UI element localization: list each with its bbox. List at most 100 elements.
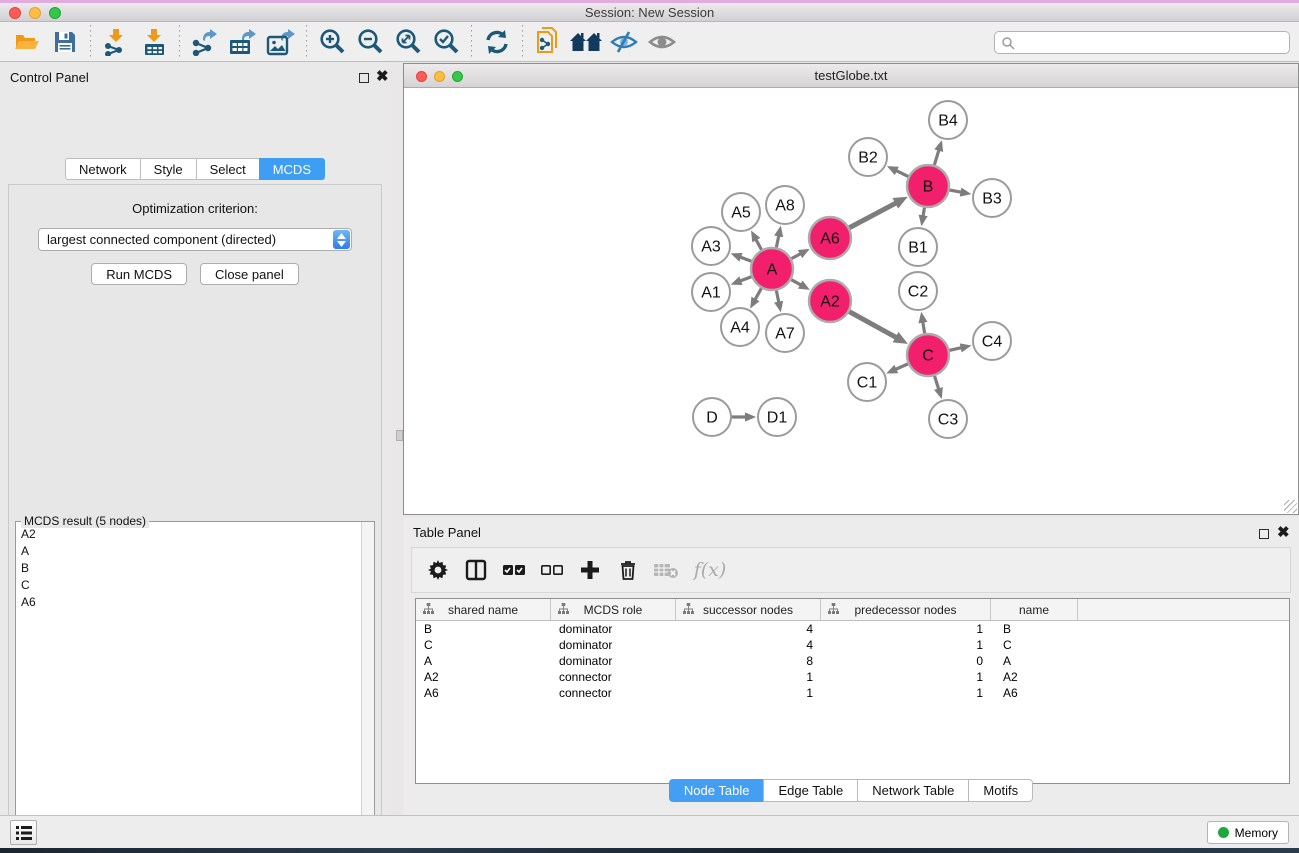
tab-network[interactable]: Network <box>65 158 140 180</box>
result-item[interactable]: C <box>17 577 360 594</box>
delete-column-button[interactable] <box>612 554 644 586</box>
import-table-button[interactable] <box>135 26 173 58</box>
table-row[interactable]: A2connector11A2 <box>416 669 1289 685</box>
zoom-out-button[interactable] <box>351 26 389 58</box>
export-image-button[interactable] <box>262 26 300 58</box>
table-cell: A6 <box>416 685 551 701</box>
table-settings-button[interactable] <box>422 554 454 586</box>
edge-arrowhead <box>774 226 783 238</box>
list-icon <box>16 826 32 840</box>
graph-node-C1[interactable]: C1 <box>848 363 886 401</box>
criterion-select[interactable]: largest connected component (directed) <box>38 228 352 251</box>
graph-node-D1[interactable]: D1 <box>758 398 796 436</box>
column-header[interactable]: predecessor nodes <box>821 599 991 620</box>
window-resize-grip[interactable] <box>1284 500 1297 513</box>
graph-node-A8[interactable]: A8 <box>766 186 804 224</box>
graph-node-B4[interactable]: B4 <box>929 101 967 139</box>
zoom-in-button[interactable] <box>313 26 351 58</box>
graph-node-A6[interactable]: A6 <box>809 217 851 259</box>
tab-edge-table[interactable]: Edge Table <box>763 779 857 802</box>
result-item[interactable]: A2 <box>17 526 360 543</box>
tab-node-table[interactable]: Node Table <box>669 779 764 802</box>
table-cell: A6 <box>991 685 1078 701</box>
add-column-button[interactable] <box>574 554 606 586</box>
edge-arrowhead <box>934 140 943 152</box>
zoom-selected-button[interactable] <box>427 26 465 58</box>
table-cell: B <box>416 621 551 637</box>
refresh-layout-button[interactable] <box>478 26 516 58</box>
search-input[interactable] <box>1015 34 1289 52</box>
node-label: B3 <box>982 191 1002 208</box>
search-field[interactable] <box>994 31 1290 54</box>
mcds-result-list[interactable]: A2ABCA6 <box>17 526 360 853</box>
result-item[interactable]: A <box>17 543 360 560</box>
open-file-button[interactable] <box>8 26 46 58</box>
graph-node-A7[interactable]: A7 <box>766 314 804 352</box>
graph-node-A5[interactable]: A5 <box>722 193 760 231</box>
table-row[interactable]: A6connector11A6 <box>416 685 1289 701</box>
graph-node-B[interactable]: B <box>907 165 949 207</box>
network-canvas[interactable]: B4 B2 B B3 A8A5 A6 B1 A3 A A1 C2 A2 A4A7 C4 C C1 C3 D D1 <box>404 88 1298 514</box>
graph-node-A3[interactable]: A3 <box>692 227 730 265</box>
close-panel-icon[interactable]: ✖ <box>376 67 389 85</box>
deselect-all-button[interactable] <box>536 554 568 586</box>
graph-node-C2[interactable]: C2 <box>899 272 937 310</box>
refresh-icon <box>484 29 510 55</box>
column-header[interactable]: successor nodes <box>676 599 821 620</box>
import-network-button[interactable] <box>97 26 135 58</box>
graph-node-A1[interactable]: A1 <box>692 273 730 311</box>
tab-motifs[interactable]: Motifs <box>968 779 1033 802</box>
graph-node-A[interactable]: A <box>751 248 793 290</box>
graph-node-D[interactable]: D <box>693 398 731 436</box>
delete-table-button[interactable] <box>650 554 682 586</box>
run-mcds-button[interactable]: Run MCDS <box>91 263 187 285</box>
edge-arrowhead <box>731 276 743 285</box>
graph-node-B1[interactable]: B1 <box>899 228 937 266</box>
column-header[interactable]: MCDS role <box>551 599 676 620</box>
plus-icon <box>580 560 600 580</box>
export-network-button[interactable] <box>186 26 224 58</box>
float-panel-icon[interactable] <box>359 73 369 83</box>
first-neighbors-button[interactable] <box>567 26 605 58</box>
node-table: shared nameMCDS rolesuccessor nodesprede… <box>415 598 1290 784</box>
table-cell: C <box>416 637 551 653</box>
table-row[interactable]: Adominator80A <box>416 653 1289 669</box>
export-table-icon <box>228 28 258 56</box>
function-builder-button[interactable]: f(x) <box>688 554 732 586</box>
result-item[interactable]: A6 <box>17 594 360 611</box>
network-from-selection-button[interactable] <box>529 26 567 58</box>
graph-node-B2[interactable]: B2 <box>849 138 887 176</box>
tab-mcds[interactable]: MCDS <box>259 158 325 180</box>
zoom-fit-button[interactable] <box>389 26 427 58</box>
table-cell: C <box>991 637 1078 653</box>
table-row[interactable]: Cdominator41C <box>416 637 1289 653</box>
hide-selected-button[interactable] <box>605 26 643 58</box>
select-all-button[interactable] <box>498 554 530 586</box>
column-header[interactable]: shared name <box>416 599 551 620</box>
graph-node-C[interactable]: C <box>907 334 949 376</box>
save-session-button[interactable] <box>46 26 84 58</box>
memory-button[interactable]: Memory <box>1207 821 1289 844</box>
graph-node-C4[interactable]: C4 <box>973 322 1011 360</box>
network-window-titlebar[interactable]: testGlobe.txt <box>404 64 1298 88</box>
show-all-button[interactable] <box>643 26 681 58</box>
show-columns-button[interactable] <box>460 554 492 586</box>
table-row[interactable]: Bdominator41B <box>416 621 1289 637</box>
result-scrollbar[interactable] <box>361 522 374 853</box>
close-table-panel-icon[interactable]: ✖ <box>1277 523 1290 541</box>
export-table-button[interactable] <box>224 26 262 58</box>
close-panel-button[interactable]: Close panel <box>200 263 299 285</box>
graph-node-B3[interactable]: B3 <box>973 179 1011 217</box>
tab-select[interactable]: Select <box>196 158 259 180</box>
result-item[interactable]: B <box>17 560 360 577</box>
graph-node-A2[interactable]: A2 <box>809 280 851 322</box>
graph-node-C3[interactable]: C3 <box>929 400 967 438</box>
graph-node-A4[interactable]: A4 <box>721 308 759 346</box>
float-table-panel-icon[interactable] <box>1259 529 1269 539</box>
task-history-button[interactable] <box>10 820 37 845</box>
table-cell: 1 <box>821 621 991 637</box>
split-divider-grip[interactable] <box>396 430 403 441</box>
tab-network-table[interactable]: Network Table <box>857 779 968 802</box>
column-header[interactable]: name <box>991 599 1078 620</box>
tab-style[interactable]: Style <box>140 158 196 180</box>
